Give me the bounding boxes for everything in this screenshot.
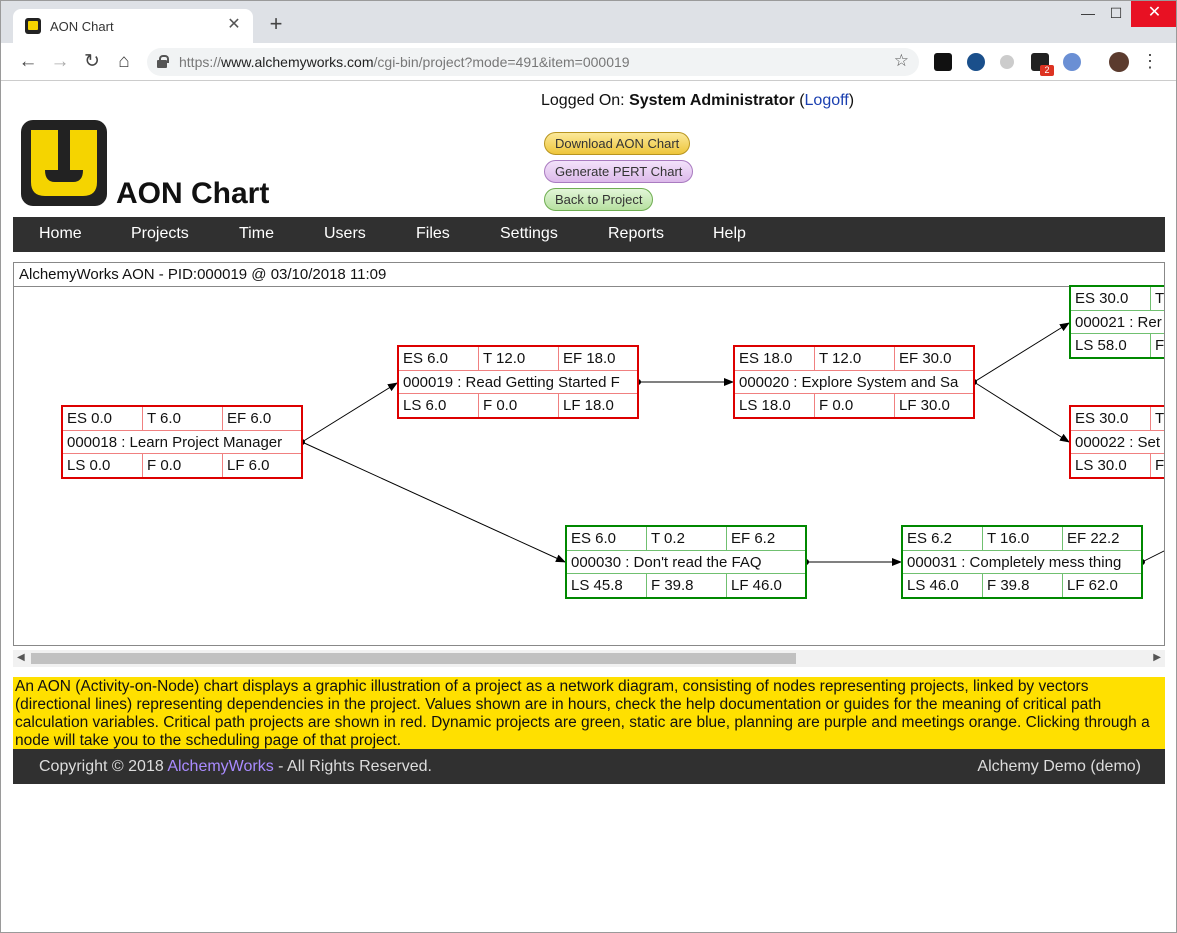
maximize-icon[interactable]: ☐ [1101, 1, 1131, 27]
node-name: 000020 : Explore System and Sa [735, 370, 973, 394]
aon-description: An AON (Activity-on-Node) chart displays… [13, 677, 1165, 749]
arrow-20-to-22 [973, 381, 1070, 443]
arrow-20-to-21 [971, 322, 1070, 385]
tab-aon-chart[interactable]: AON Chart ✕ [13, 9, 253, 43]
browser-toolbar: ← → ↻ ⌂ https://www.alchemyworks.com/cgi… [1, 43, 1176, 81]
url-text[interactable]: https://www.alchemyworks.com/cgi-bin/pro… [179, 54, 630, 70]
logged-user-name: System Administrator [629, 92, 795, 109]
node-000021[interactable]: ES 30.0 T 000021 : Rer LS 58.0 F [1069, 285, 1164, 359]
minimize-icon[interactable]: — [1073, 1, 1103, 27]
arrow-30-to-31 [803, 558, 902, 566]
extension-badge-count: 2 [1040, 65, 1054, 76]
account-name: Alchemy Demo (demo) [977, 758, 1141, 775]
arrow-19-to-20 [635, 378, 734, 386]
nav-reports[interactable]: Reports [608, 225, 664, 243]
panel-title: AlchemyWorks AON - PID:000019 @ 03/10/20… [19, 266, 387, 283]
nav-home[interactable]: Home [39, 225, 82, 243]
panel-header: AlchemyWorks AON - PID:000019 @ 03/10/20… [14, 263, 1164, 287]
nav-users[interactable]: Users [324, 225, 366, 243]
generate-pert-chart-button[interactable]: Generate PERT Chart [544, 160, 694, 183]
nav-projects[interactable]: Projects [131, 225, 189, 243]
bookmark-star-icon[interactable]: ☆ [894, 51, 909, 71]
tab-close-icon[interactable]: ✕ [225, 16, 243, 34]
arrow-18-to-19 [299, 382, 398, 445]
alchemyworks-favicon-icon [25, 18, 41, 34]
tab-strip: AON Chart ✕ + — ☐ ✕ [1, 1, 1176, 43]
extension-blackberry-icon[interactable] [934, 53, 952, 71]
node-000022[interactable]: ES 30.0 T 000022 : Set LS 30.0 F [1069, 405, 1164, 479]
download-aon-chart-button[interactable]: Download AON Chart [544, 132, 691, 155]
back-to-project-button[interactable]: Back to Project [544, 188, 654, 211]
main-nav: Home Projects Time Users Files Settings … [13, 217, 1165, 252]
nav-files[interactable]: Files [416, 225, 450, 243]
logged-on-status: Logged On: System Administrator (Logoff) [541, 92, 855, 109]
scroll-right-icon[interactable]: ▶ [1153, 652, 1161, 663]
reload-icon[interactable]: ↻ [81, 51, 103, 73]
aon-network-diagram: ES 0.0 T 6.0 EF 6.0 000018 : Learn Proje… [14, 285, 1164, 645]
nav-help[interactable]: Help [713, 225, 746, 243]
scroll-thumb[interactable] [31, 653, 796, 664]
extension-circle-icon[interactable] [1000, 55, 1014, 69]
node-name: 000018 : Learn Project Manager [63, 430, 301, 454]
node-000031[interactable]: ES 6.2 T 16.0 EF 22.2 000031 : Completel… [901, 525, 1143, 599]
node-name: 000022 : Set [1071, 430, 1164, 454]
alchemyworks-logo-icon[interactable] [21, 120, 107, 206]
browser-window: AON Chart ✕ + — ☐ ✕ ← → ↻ ⌂ https://www.… [0, 0, 1177, 933]
page-title: AON Chart [116, 177, 270, 210]
home-icon[interactable]: ⌂ [113, 51, 135, 73]
node-name: 000021 : Rer [1071, 310, 1164, 334]
nav-settings[interactable]: Settings [500, 225, 558, 243]
node-000019[interactable]: ES 6.0 T 12.0 EF 18.0 000019 : Read Gett… [397, 345, 639, 419]
scroll-left-icon[interactable]: ◀ [17, 652, 25, 663]
back-arrow-icon[interactable]: ← [17, 51, 39, 73]
nav-time[interactable]: Time [239, 225, 274, 243]
extension-globe-icon[interactable] [1063, 53, 1081, 71]
arrow-18-to-30 [301, 441, 566, 563]
node-name: 000019 : Read Getting Started F [399, 370, 637, 394]
extension-e-icon[interactable] [967, 53, 985, 71]
copyright: Copyright © 2018 AlchemyWorks - All Righ… [39, 758, 432, 775]
node-name: 000030 : Don't read the FAQ [567, 550, 805, 574]
profile-avatar[interactable] [1109, 52, 1129, 72]
address-bar[interactable]: https://www.alchemyworks.com/cgi-bin/pro… [147, 48, 919, 76]
lock-icon [157, 55, 169, 68]
footer: Copyright © 2018 AlchemyWorks - All Righ… [13, 749, 1165, 784]
horizontal-scrollbar[interactable]: ◀ ▶ [13, 650, 1165, 667]
aon-chart-panel: AlchemyWorks AON - PID:000019 @ 03/10/20… [13, 262, 1165, 646]
new-tab-button[interactable]: + [265, 13, 287, 35]
logoff-link[interactable]: Logoff [805, 92, 849, 109]
node-name: 000031 : Completely mess thing [903, 550, 1141, 574]
page-content: AON Chart Logged On: System Administrato… [1, 82, 1176, 932]
alchemyworks-link[interactable]: AlchemyWorks [167, 758, 273, 775]
node-000030[interactable]: ES 6.0 T 0.2 EF 6.2 000030 : Don't read … [565, 525, 807, 599]
node-000020[interactable]: ES 18.0 T 12.0 EF 30.0 000020 : Explore … [733, 345, 975, 419]
tab-title: AON Chart [50, 19, 114, 34]
browser-menu-icon[interactable]: ⋮ [1141, 51, 1159, 72]
forward-arrow-icon[interactable]: → [49, 51, 71, 73]
node-000018[interactable]: ES 0.0 T 6.0 EF 6.0 000018 : Learn Proje… [61, 405, 303, 479]
close-window-icon[interactable]: ✕ [1131, 1, 1176, 27]
